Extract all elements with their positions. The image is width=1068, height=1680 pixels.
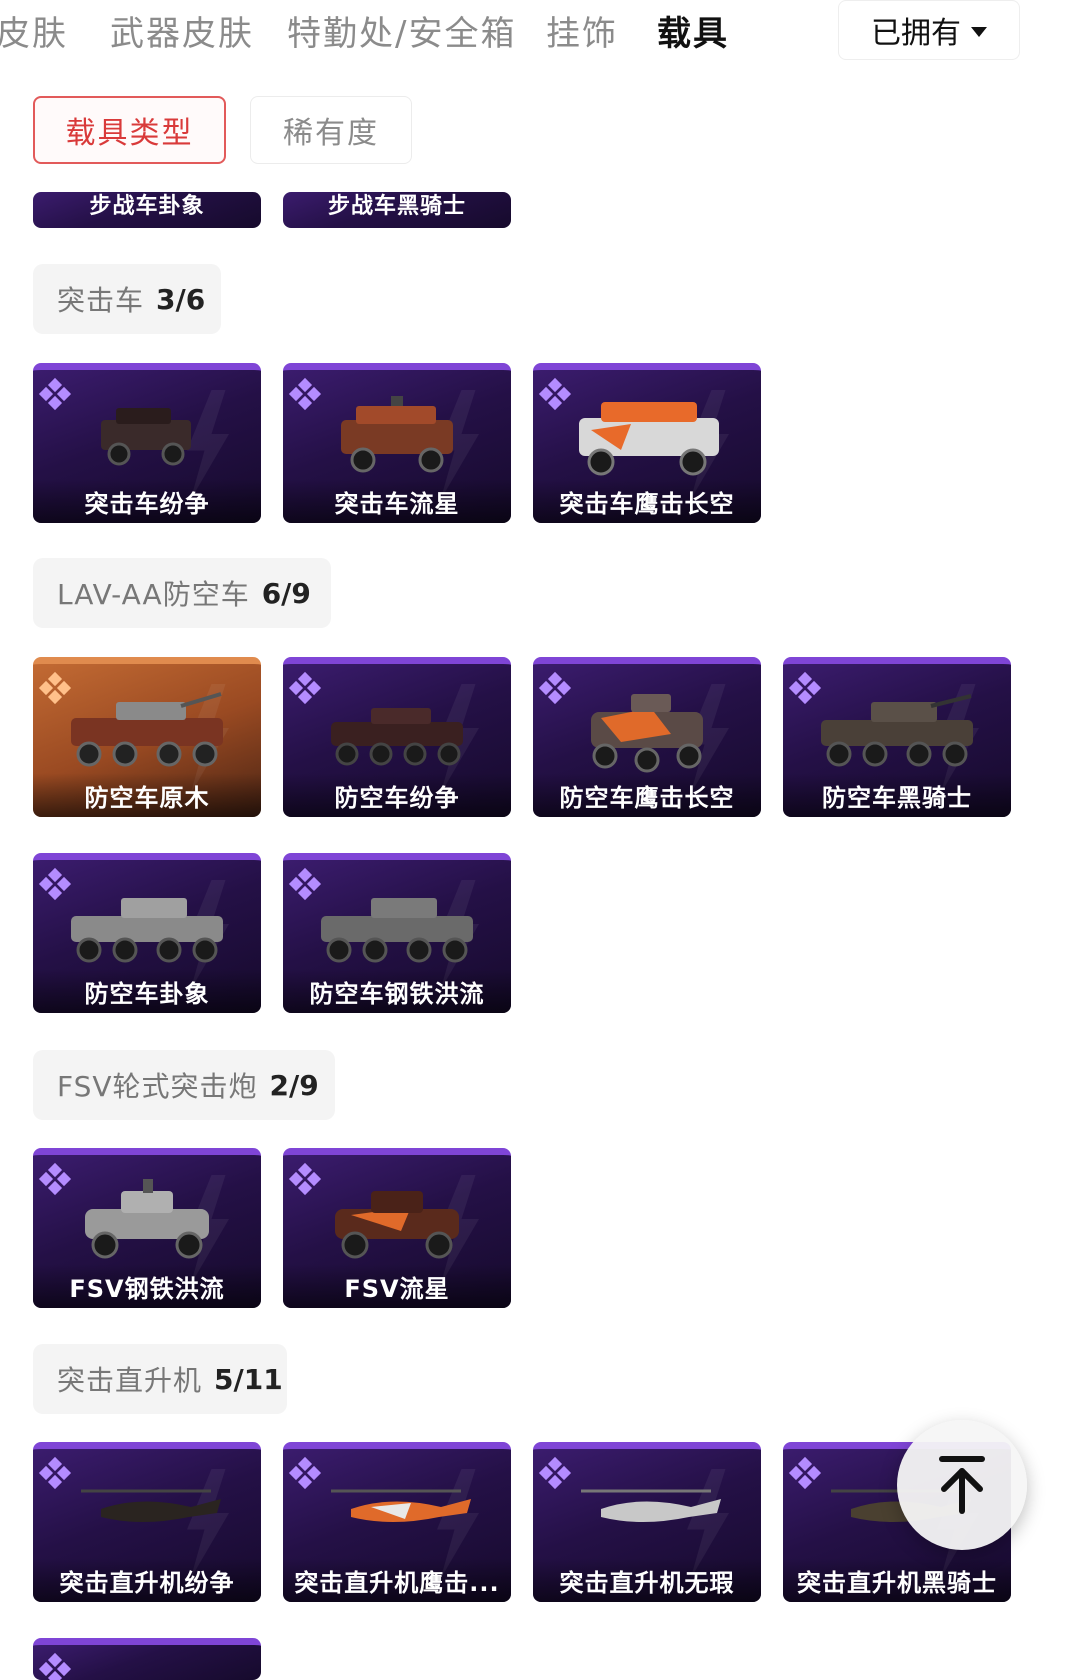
helicopter-image bbox=[331, 1489, 471, 1522]
aa-vehicle-image bbox=[71, 692, 223, 767]
vehicle-name: 步战车卦象 bbox=[89, 194, 205, 216]
section-count: 5/11 bbox=[214, 1362, 283, 1396]
section-title: 突击直升机 bbox=[57, 1364, 203, 1397]
back-to-top-button[interactable] bbox=[897, 1420, 1027, 1550]
owned-filter-dropdown[interactable]: 已拥有 bbox=[838, 0, 1020, 60]
owned-filter-label: 已拥有 bbox=[871, 16, 961, 51]
vehicle-name: 防空车原木 bbox=[33, 773, 261, 817]
tab-skins[interactable]: 皮肤 bbox=[0, 6, 68, 55]
vehicle-name: 突击直升机无瑕 bbox=[533, 1558, 761, 1602]
vehicle-card[interactable]: 防空车钢铁洪流 bbox=[283, 853, 511, 1013]
vehicle-name: 突击车鹰击长空 bbox=[533, 479, 761, 523]
vehicle-name: 突击直升机纷争 bbox=[33, 1558, 261, 1602]
section-count: 3/6 bbox=[156, 282, 206, 316]
section-header-helicopter: 突击直升机 5/11 bbox=[33, 1344, 287, 1414]
tab-weapon-skins[interactable]: 武器皮肤 bbox=[110, 6, 254, 55]
section-header-assault-vehicle: 突击车 3/6 bbox=[33, 264, 221, 334]
section-header-fsv: FSV轮式突击炮 2/9 bbox=[33, 1050, 335, 1120]
section-title: FSV轮式突击炮 bbox=[57, 1070, 258, 1103]
vehicle-name: 突击直升机黑骑士 bbox=[783, 1558, 1011, 1602]
fsv-image bbox=[85, 1179, 209, 1259]
truck-image bbox=[341, 396, 453, 473]
vehicle-card[interactable] bbox=[33, 1638, 261, 1680]
vehicle-name: 防空车钢铁洪流 bbox=[283, 969, 511, 1013]
aa-vehicle-image bbox=[821, 694, 973, 767]
vehicle-card[interactable]: FSV钢铁洪流 bbox=[33, 1148, 261, 1308]
vehicle-name: FSV流星 bbox=[283, 1264, 511, 1308]
vehicle-name: 突击车纷争 bbox=[33, 479, 261, 523]
vehicle-card[interactable]: 突击车纷争 bbox=[33, 363, 261, 523]
section-header-aa-vehicle: LAV-AA防空车 6/9 bbox=[33, 558, 331, 628]
vehicle-name: 步战车黑骑士 bbox=[327, 194, 466, 216]
vehicle-card[interactable]: 突击直升机鹰击... bbox=[283, 1442, 511, 1602]
helicopter-image bbox=[81, 1489, 221, 1522]
vehicle-name: 防空车黑骑士 bbox=[783, 773, 1011, 817]
truck-image bbox=[579, 402, 719, 476]
vehicle-card[interactable]: 防空车纷争 bbox=[283, 657, 511, 817]
vehicle-card[interactable]: 突击直升机纷争 bbox=[33, 1442, 261, 1602]
vehicle-name: 防空车卦象 bbox=[33, 969, 261, 1013]
section-count: 2/9 bbox=[269, 1068, 319, 1102]
section-title: 突击车 bbox=[57, 284, 145, 317]
vehicle-type-filter[interactable]: 载具类型 bbox=[33, 96, 226, 164]
vehicle-card[interactable]: 突击车流星 bbox=[283, 363, 511, 523]
vehicle-card[interactable]: 防空车卦象 bbox=[33, 853, 261, 1013]
vehicle-card[interactable]: 突击直升机无瑕 bbox=[533, 1442, 761, 1602]
vehicle-card[interactable]: 防空车黑骑士 bbox=[783, 657, 1011, 817]
vehicle-name: 突击直升机鹰击... bbox=[283, 1558, 511, 1602]
tab-vehicles[interactable]: 载具 bbox=[657, 6, 729, 55]
vehicle-card[interactable]: 突击车鹰击长空 bbox=[533, 363, 761, 523]
tab-charms[interactable]: 挂饰 bbox=[546, 6, 618, 55]
vehicle-name: 防空车纷争 bbox=[283, 773, 511, 817]
diamond-icon bbox=[38, 1652, 72, 1680]
vehicle-card[interactable]: 防空车鹰击长空 bbox=[533, 657, 761, 817]
vehicle-name: 突击车流星 bbox=[283, 479, 511, 523]
fsv-image bbox=[335, 1191, 459, 1259]
aa-vehicle-image bbox=[331, 708, 463, 766]
rarity-filter[interactable]: 稀有度 bbox=[250, 96, 412, 164]
section-count: 6/9 bbox=[261, 576, 311, 610]
truck-image bbox=[101, 408, 191, 466]
aa-vehicle-image bbox=[321, 898, 473, 963]
vehicle-name: 防空车鹰击长空 bbox=[533, 773, 761, 817]
category-tabs: 皮肤 武器皮肤 特勤处/安全箱 挂饰 载具 已拥有 bbox=[0, 0, 1068, 62]
aa-vehicle-image bbox=[591, 694, 703, 773]
vehicle-card[interactable]: 步战车卦象 bbox=[33, 192, 261, 228]
vehicle-card[interactable]: 防空车原木 bbox=[33, 657, 261, 817]
vehicle-card[interactable]: FSV流星 bbox=[283, 1148, 511, 1308]
caret-down-icon bbox=[971, 27, 987, 37]
arrow-up-icon bbox=[939, 1456, 985, 1514]
aa-vehicle-image bbox=[71, 898, 223, 963]
vehicle-name: FSV钢铁洪流 bbox=[33, 1264, 261, 1308]
section-title: LAV-AA防空车 bbox=[57, 578, 250, 611]
tab-special-ops-safebox[interactable]: 特勤处/安全箱 bbox=[287, 6, 516, 55]
helicopter-image bbox=[581, 1489, 721, 1522]
vehicle-card[interactable]: 步战车黑骑士 bbox=[283, 192, 511, 228]
